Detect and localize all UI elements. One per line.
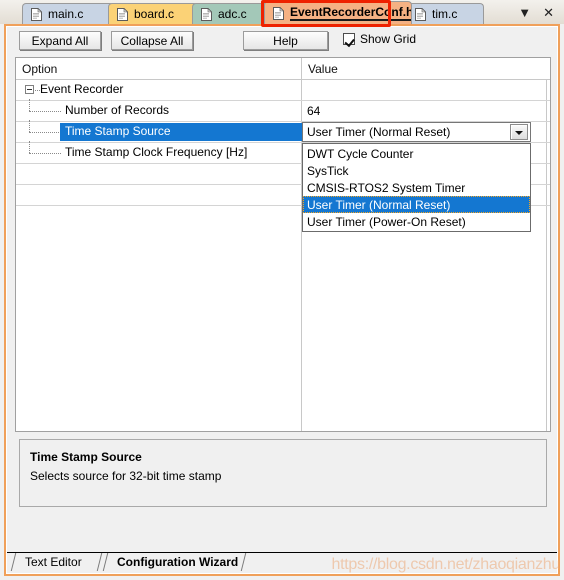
- row-option-cell[interactable]: Time Stamp Clock Frequency [Hz]: [16, 141, 301, 163]
- editor-tab-label: main.c: [48, 7, 84, 21]
- close-icon[interactable]: ✕: [543, 6, 554, 19]
- configuration-wizard-window: main.c board.c adc.c EventRecorderConf.h…: [0, 0, 564, 580]
- tree-node-label-selected: Time Stamp Source: [65, 124, 171, 138]
- editor-tab-label: adc.c: [218, 7, 247, 21]
- row-option-cell[interactable]: Number of Records: [16, 99, 301, 121]
- tree-line: [29, 141, 30, 153]
- tree-line: [29, 153, 61, 154]
- checkbox-checked-icon[interactable]: [343, 33, 355, 45]
- expand-all-button[interactable]: Expand All: [19, 31, 101, 50]
- wizard-client-area: Expand All Collapse All Help Show Grid O…: [4, 24, 560, 576]
- table-row[interactable]: Event Recorder: [16, 80, 550, 101]
- description-title: Time Stamp Source: [30, 450, 142, 464]
- dropdown-option[interactable]: DWT Cycle Counter: [303, 145, 530, 162]
- row-value-cell[interactable]: [302, 80, 546, 100]
- column-header-option: Option: [22, 61, 58, 76]
- editor-tab-label: EventRecorderConf.h: [290, 6, 411, 21]
- time-stamp-source-combobox[interactable]: User Timer (Normal Reset): [302, 122, 531, 142]
- tree-node-label: Event Recorder: [40, 82, 124, 96]
- document-icon: [117, 7, 129, 21]
- dropdown-option-selected[interactable]: User Timer (Normal Reset): [303, 196, 530, 213]
- row-value-cell[interactable]: 64: [302, 101, 546, 121]
- tab-strip-controls: ▼ ✕: [518, 0, 560, 24]
- chevron-down-icon[interactable]: ▼: [518, 6, 531, 19]
- editor-tab-main-c[interactable]: main.c: [22, 3, 114, 24]
- view-mode-tab-bar: Text Editor Configuration Wizard: [7, 551, 557, 573]
- tree-line: [29, 111, 61, 112]
- editor-tab-adc-c[interactable]: adc.c: [192, 3, 270, 24]
- editor-tab-strip: main.c board.c adc.c EventRecorderConf.h…: [0, 0, 564, 27]
- editor-tab-eventrecorderconf-h[interactable]: EventRecorderConf.h: [264, 1, 412, 24]
- tab-configuration-wizard[interactable]: Configuration Wizard: [103, 553, 248, 571]
- dropdown-option[interactable]: CMSIS-RTOS2 System Timer: [303, 179, 530, 196]
- chevron-down-icon[interactable]: [510, 124, 528, 140]
- column-header-value: Value: [301, 58, 546, 79]
- table-row[interactable]: Number of Records 64: [16, 99, 550, 122]
- dropdown-option[interactable]: User Timer (Power-On Reset): [303, 213, 530, 230]
- time-stamp-source-dropdown-list[interactable]: DWT Cycle Counter SysTick CMSIS-RTOS2 Sy…: [302, 143, 531, 232]
- show-grid-checkbox[interactable]: Show Grid: [343, 32, 416, 46]
- editor-tab-board-c[interactable]: board.c: [108, 3, 198, 24]
- tree-line: [29, 99, 30, 111]
- document-icon: [273, 6, 285, 20]
- editor-tab-tim-c[interactable]: tim.c: [406, 3, 484, 24]
- tree-line: [29, 132, 61, 133]
- tree-node-label: Number of Records: [65, 103, 170, 117]
- document-icon: [415, 7, 427, 21]
- document-icon: [31, 7, 43, 21]
- tab-text-editor[interactable]: Text Editor: [11, 553, 92, 571]
- option-value-grid: Option Value Event Recorder Number of Re…: [15, 57, 551, 432]
- grid-header: Option Value: [16, 58, 550, 80]
- tree-collapse-icon[interactable]: [25, 85, 34, 94]
- row-option-cell[interactable]: Time Stamp Source: [16, 120, 301, 142]
- help-button[interactable]: Help: [243, 31, 328, 50]
- wizard-client-inner: Expand All Collapse All Help Show Grid O…: [6, 26, 558, 574]
- wizard-toolbar: Expand All Collapse All Help Show Grid: [7, 27, 557, 53]
- tree-line: [29, 120, 30, 132]
- tree-node-label: Time Stamp Clock Frequency [Hz]: [65, 145, 248, 159]
- editor-tab-label: board.c: [134, 7, 175, 21]
- description-text: Selects source for 32-bit time stamp: [30, 469, 222, 483]
- dropdown-option[interactable]: SysTick: [303, 162, 530, 179]
- description-panel: Time Stamp Source Selects source for 32-…: [19, 439, 547, 507]
- combobox-selected-value: User Timer (Normal Reset): [307, 125, 451, 139]
- table-row[interactable]: Time Stamp Source User Timer (Normal Res…: [16, 120, 550, 143]
- show-grid-label: Show Grid: [360, 32, 417, 46]
- collapse-all-button[interactable]: Collapse All: [111, 31, 193, 50]
- document-icon: [201, 7, 213, 21]
- row-option-cell[interactable]: Event Recorder: [16, 80, 301, 100]
- editor-tab-label: tim.c: [432, 7, 458, 21]
